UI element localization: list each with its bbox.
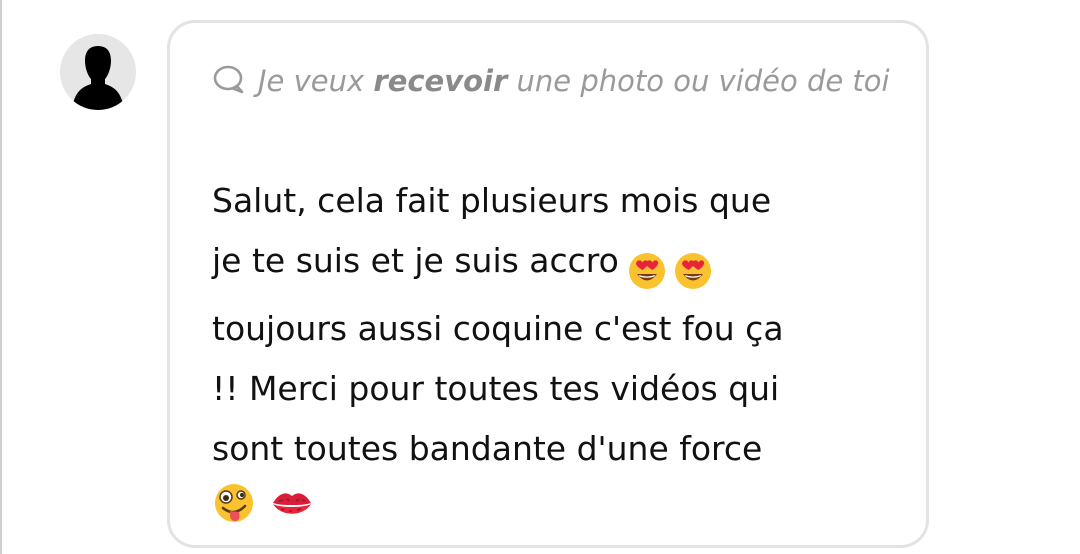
kiss-mark-emoji-icon bbox=[269, 481, 315, 525]
message-line-3: toujours aussi coquine c'est fou ça bbox=[212, 309, 784, 348]
speech-bubble-icon bbox=[212, 64, 246, 94]
request-line: Je veux recevoir une photo ou vidéo de t… bbox=[212, 51, 902, 111]
avatar[interactable] bbox=[60, 34, 136, 110]
message-line-2-text: je te suis et je suis accro bbox=[212, 241, 619, 280]
final-emoji-row bbox=[212, 481, 315, 525]
zany-face-emoji-icon bbox=[212, 481, 256, 525]
heart-eyes-emoji-icon bbox=[627, 251, 667, 291]
request-prefix: Je veux bbox=[258, 64, 365, 98]
message-body: Salut, cela fait plusieurs mois que je t… bbox=[212, 171, 902, 479]
request-emphasis: recevoir bbox=[373, 64, 508, 98]
left-edge-divider bbox=[0, 0, 2, 554]
heart-eyes-emoji-icon bbox=[673, 251, 713, 291]
message-line-5: sont toutes bandante d'une force bbox=[212, 429, 763, 468]
heart-eyes-emoji-group bbox=[627, 239, 719, 299]
message-line-1: Salut, cela fait plusieurs mois que bbox=[212, 181, 772, 220]
message-line-4: !! Merci pour toutes tes vidéos qui bbox=[212, 369, 780, 408]
request-suffix: une photo ou vidéo de toi bbox=[516, 64, 890, 98]
person-silhouette-icon bbox=[60, 34, 136, 110]
message-card: Je veux recevoir une photo ou vidéo de t… bbox=[167, 20, 929, 548]
message-line-2: je te suis et je suis accro bbox=[212, 231, 902, 299]
